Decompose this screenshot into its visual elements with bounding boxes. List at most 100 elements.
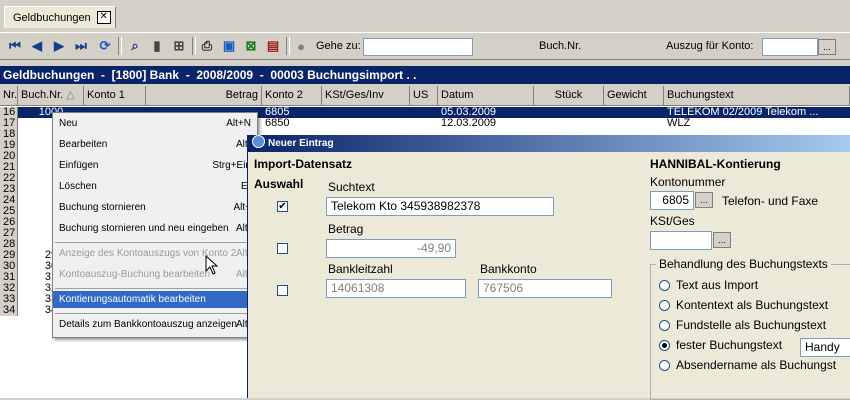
search-icon[interactable]: ⌕: [126, 37, 144, 55]
menu-item[interactable]: Kontierungsautomatik bearbeiten: [53, 291, 257, 308]
bank-checkbox[interactable]: [277, 285, 288, 296]
report-icon[interactable]: ▤: [264, 37, 282, 55]
header-kst[interactable]: KSt/Ges/Inv: [322, 86, 410, 106]
behandlung-label: Behandlung des Buchungstexts: [656, 257, 831, 271]
tab-strip: Geldbuchungen ✕: [0, 0, 850, 32]
bankkonto-input[interactable]: 767506: [478, 279, 612, 298]
header-us[interactable]: US: [410, 86, 438, 106]
menu-item-label: Bearbeiten: [59, 139, 108, 150]
menu-item[interactable]: Einfügen Strg+Ein: [53, 157, 257, 174]
cell-nr: 32: [0, 283, 18, 294]
menu-separator: [55, 288, 253, 289]
menu-item-label: Buchung stornieren und neu eingeben: [59, 223, 229, 234]
kontonummer-browse-button[interactable]: ...: [695, 192, 713, 208]
betrag-label: Betrag: [328, 222, 364, 236]
header-datum[interactable]: Datum: [438, 86, 534, 106]
behandlung-radio[interactable]: [659, 300, 670, 311]
goto-input[interactable]: [363, 38, 473, 56]
cell-nr: 26: [0, 217, 18, 228]
cell-nr: 21: [0, 162, 18, 173]
toolbar-separator: [118, 37, 122, 55]
header-buchnr[interactable]: Buch.Nr. △: [18, 86, 84, 106]
suchtext-checkbox[interactable]: ✔: [277, 201, 288, 212]
cell-nr: 30: [0, 261, 18, 272]
first-record-icon[interactable]: ⏮: [6, 37, 24, 55]
menu-item-shortcut: Alt+N: [226, 118, 251, 129]
tab-label: Geldbuchungen: [13, 11, 91, 24]
cell-nr: 19: [0, 140, 18, 151]
menu-separator: [55, 242, 253, 243]
buchnr-label: Buch.Nr.: [539, 40, 582, 52]
next-record-icon[interactable]: ▶: [50, 37, 68, 55]
menu-item-label: Löschen: [59, 181, 97, 192]
cell-nr: 22: [0, 173, 18, 184]
tab-geldbuchungen[interactable]: Geldbuchungen ✕: [4, 6, 116, 28]
header-konto1[interactable]: Konto 1: [84, 86, 146, 106]
auszug-input[interactable]: [762, 38, 818, 56]
menu-item[interactable]: Buchung stornieren Alt+: [53, 199, 257, 216]
auszug-browse-button[interactable]: ...: [818, 39, 836, 55]
cell-text: WLZ: [667, 118, 691, 129]
cell-nr: 29: [0, 250, 18, 261]
betrag-checkbox[interactable]: [277, 243, 288, 254]
menu-item[interactable]: Löschen Er: [53, 178, 257, 195]
kst-browse-button[interactable]: ...: [713, 232, 731, 248]
suchtext-label: Suchtext: [328, 180, 375, 194]
document-title: Geldbuchungen - [1800] Bank - 2008/2009 …: [0, 66, 850, 84]
binoculars-icon[interactable]: ⊞: [170, 37, 188, 55]
close-icon[interactable]: ✕: [96, 11, 111, 24]
help-icon[interactable]: ●: [292, 37, 310, 55]
menu-item-label: Kontoauszug-Buchung bearbeiten: [59, 269, 211, 280]
bankkonto-label: Bankkonto: [480, 262, 537, 276]
import-header: Import-Datensatz: [254, 157, 353, 171]
excel-icon[interactable]: ⊠: [242, 37, 260, 55]
auswahl-label: Auswahl: [254, 177, 304, 191]
previous-record-icon[interactable]: ◀: [28, 37, 46, 55]
behandlung-radio[interactable]: [659, 280, 670, 291]
save-icon[interactable]: ▣: [220, 37, 238, 55]
behandlung-radio[interactable]: [659, 320, 670, 331]
goto-label: Gehe zu:: [316, 40, 361, 52]
menu-item[interactable]: Neu Alt+N: [53, 115, 257, 132]
last-record-icon[interactable]: ⏭: [72, 37, 90, 55]
mouse-cursor-icon: [205, 255, 219, 275]
behandlung-radio[interactable]: [659, 340, 670, 351]
print-icon[interactable]: ⎙: [198, 37, 216, 55]
dialog-titlebar[interactable]: Neuer Eintrag: [248, 135, 850, 152]
header-buchungstext[interactable]: Buchungstext: [664, 86, 850, 106]
behandlung-radio[interactable]: [659, 360, 670, 371]
menu-item[interactable]: Anzeige des Kontoauszugs von Konto 2 Alt-: [53, 245, 257, 262]
menu-item[interactable]: Bearbeiten Alt-: [53, 136, 257, 153]
kontonummer-input[interactable]: 6805: [650, 191, 694, 210]
behandlung-radio-label: fester Buchungstext: [676, 338, 783, 352]
context-menu: Neu Alt+N Bearbeiten Alt- Einfügen Strg+Ein Lö…: [52, 112, 258, 338]
header-konto2[interactable]: Konto 2: [262, 86, 322, 106]
header-gewicht[interactable]: Gewicht: [604, 86, 664, 106]
cell-konto2: 6805: [265, 107, 290, 118]
cell-nr: 24: [0, 195, 18, 206]
suchtext-input[interactable]: Telekom Kto 345938982378: [326, 197, 554, 216]
behandlung-radio-label: Absendername als Buchungst: [676, 358, 837, 372]
menu-item-shortcut: Strg+Ein: [212, 160, 251, 171]
menu-item-label: Einfügen: [59, 160, 99, 171]
kst-label: KSt/Ges: [650, 214, 695, 228]
filter-icon[interactable]: ▮: [148, 37, 166, 55]
kst-input[interactable]: [650, 231, 712, 250]
header-betrag[interactable]: Betrag: [146, 86, 262, 106]
menu-separator: [55, 313, 253, 314]
refresh-icon[interactable]: ⟳: [96, 37, 114, 55]
cell-nr: 34: [0, 305, 18, 316]
cell-nr: 18: [0, 129, 18, 140]
menu-item-label: Buchung stornieren: [59, 202, 146, 213]
header-nr[interactable]: Nr.: [0, 86, 18, 106]
menu-item[interactable]: Kontoauszug-Buchung bearbeiten Alt-: [53, 266, 257, 283]
behandlung-radio-label: Kontentext als Buchungstext: [676, 298, 829, 312]
fester-text-input[interactable]: Handy: [800, 338, 850, 357]
betrag-input[interactable]: -49,90: [326, 239, 456, 258]
menu-item[interactable]: Buchung stornieren und neu eingeben Alt-: [53, 220, 257, 237]
blz-input[interactable]: 14061308: [326, 279, 466, 298]
sort-ascending-icon: △: [66, 89, 75, 101]
menu-item[interactable]: Details zum Bankkontoauszug anzeigen Alt-: [53, 316, 257, 333]
behandlung-radio-label: Text aus Import: [676, 278, 759, 292]
header-stueck[interactable]: Stück: [534, 86, 604, 106]
